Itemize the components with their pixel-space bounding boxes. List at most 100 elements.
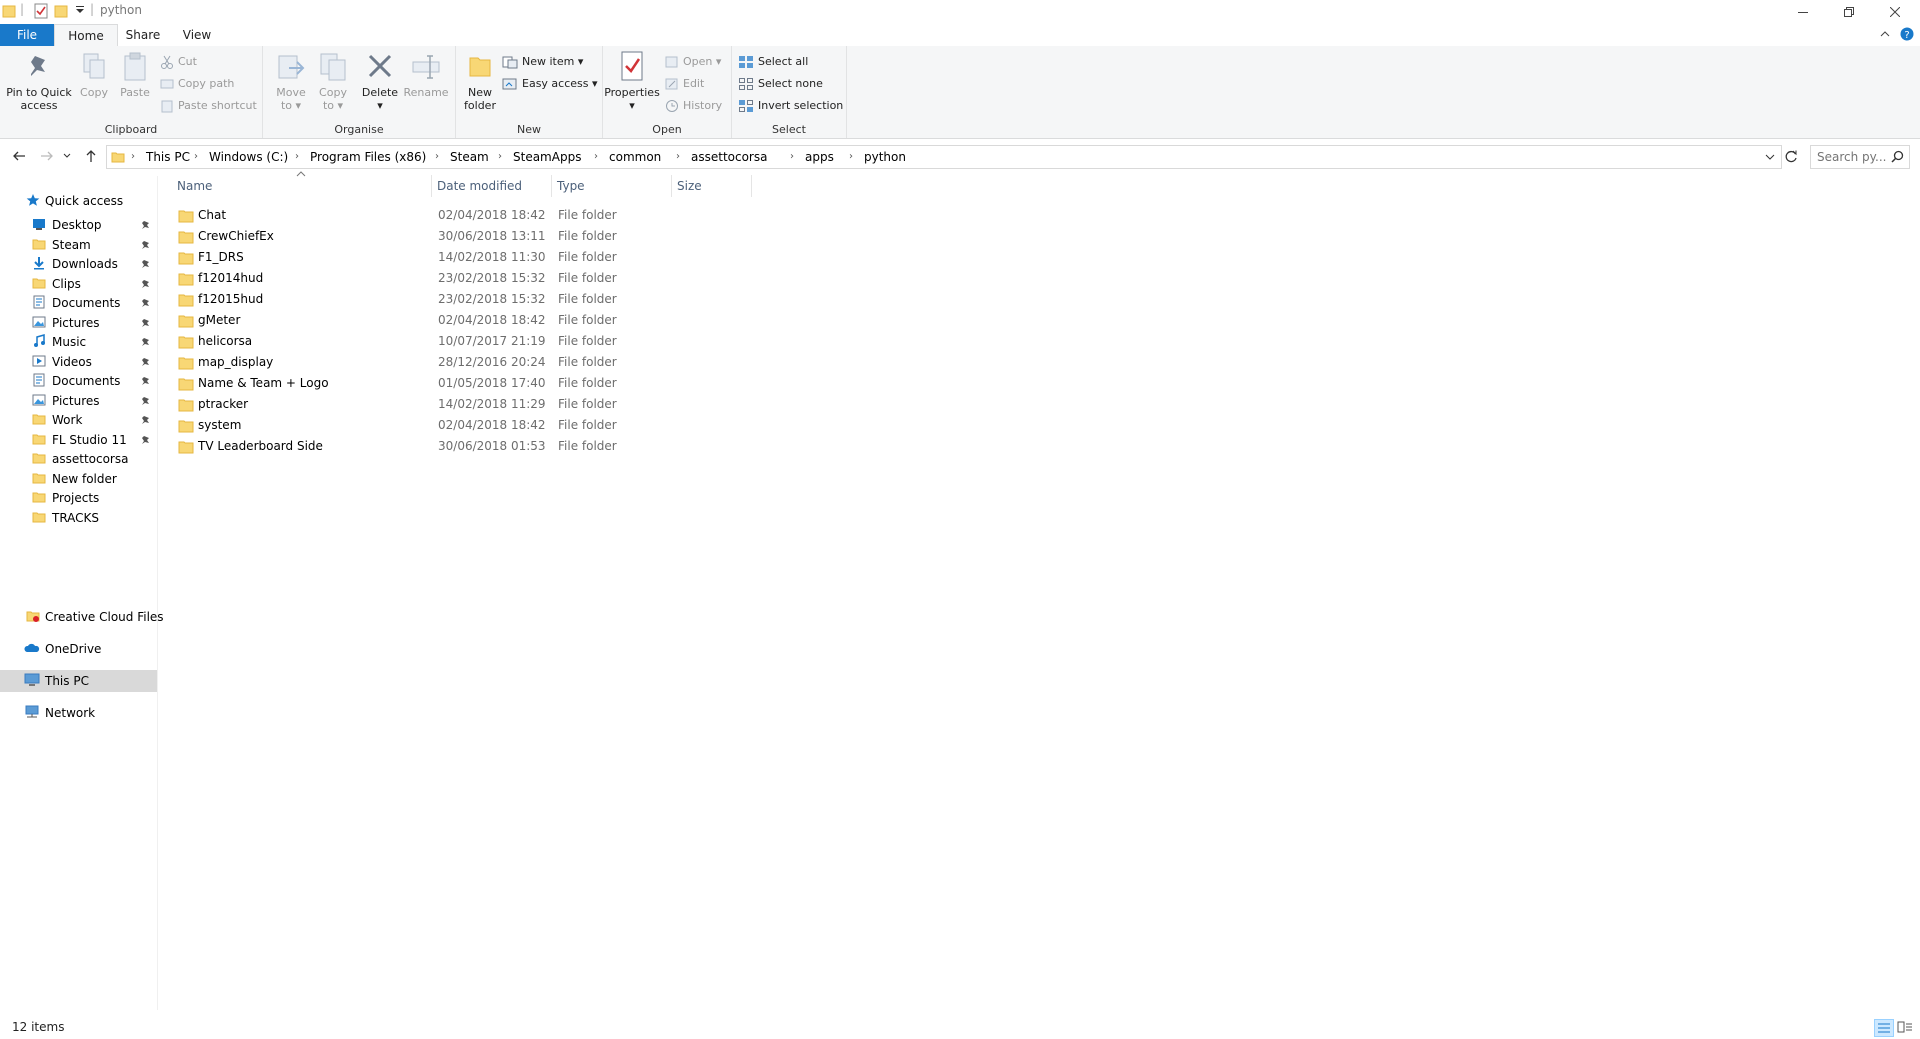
- pin-icon[interactable]: [141, 259, 151, 269]
- restore-button[interactable]: [1826, 0, 1872, 24]
- file-row[interactable]: f12014hud 23/02/2018 15:32 File folder: [172, 268, 752, 289]
- pin-to-quick-access-button[interactable]: Pin to Quick access: [4, 50, 74, 112]
- column-header-type[interactable]: Type: [552, 175, 672, 197]
- file-row[interactable]: map_display 28/12/2016 20:24 File folder: [172, 352, 752, 373]
- large-icons-view-icon[interactable]: [1896, 1019, 1914, 1035]
- forward-button[interactable]: [36, 143, 58, 169]
- tab-share[interactable]: Share: [118, 24, 168, 46]
- new-item-button[interactable]: New item ▾: [502, 52, 583, 72]
- folder-icon: [178, 315, 194, 328]
- breadcrumb-separator[interactable]: ›: [435, 146, 439, 168]
- nav-onedrive[interactable]: OneDrive: [0, 638, 157, 660]
- breadcrumb-steamapps[interactable]: SteamApps: [513, 146, 581, 168]
- file-row[interactable]: f12015hud 23/02/2018 15:32 File folder: [172, 289, 752, 310]
- up-button[interactable]: [80, 143, 102, 169]
- breadcrumb-separator[interactable]: ›: [790, 146, 794, 168]
- copy-button[interactable]: Copy: [76, 50, 112, 99]
- file-row[interactable]: CrewChiefEx 30/06/2018 13:11 File folder: [172, 226, 752, 247]
- search-input[interactable]: [1817, 149, 1887, 164]
- recent-locations-button[interactable]: [60, 143, 74, 169]
- tab-view[interactable]: View: [172, 24, 222, 46]
- breadcrumb-assettocorsa[interactable]: assettocorsa: [691, 146, 767, 168]
- column-header-date[interactable]: Date modified: [432, 175, 552, 197]
- file-type: File folder: [558, 397, 617, 411]
- select-none-button[interactable]: Select none: [738, 74, 823, 94]
- new-folder-button[interactable]: New folder: [458, 50, 502, 112]
- easy-access-button[interactable]: Easy access ▾: [502, 74, 598, 94]
- file-row[interactable]: Name & Team + Logo 01/05/2018 17:40 File f…: [172, 373, 752, 394]
- edit-label: Edit: [683, 77, 705, 90]
- tab-home[interactable]: Home: [54, 24, 118, 48]
- pin-icon[interactable]: [141, 240, 151, 250]
- breadcrumb-apps[interactable]: apps: [805, 146, 834, 168]
- file-date: 23/02/2018 15:32: [438, 292, 546, 306]
- refresh-icon[interactable]: [1784, 149, 1798, 163]
- breadcrumb-this-pc[interactable]: This PC: [146, 146, 190, 168]
- pin-icon[interactable]: [141, 318, 151, 328]
- rename-button[interactable]: Rename: [403, 50, 449, 99]
- file-row[interactable]: helicorsa 10/07/2017 21:19 File folder: [172, 331, 752, 352]
- breadcrumb-separator[interactable]: ›: [594, 146, 598, 168]
- address-bar[interactable]: › This PC › Windows (C:) › Program Files…: [106, 145, 1782, 169]
- column-header-name[interactable]: Name: [172, 175, 432, 197]
- properties-icon[interactable]: [34, 3, 48, 19]
- paste-shortcut-button[interactable]: Paste shortcut: [160, 96, 257, 116]
- breadcrumb-separator[interactable]: ›: [849, 146, 853, 168]
- move-to-button[interactable]: Move to ▾: [271, 50, 311, 112]
- paste-button[interactable]: Paste: [116, 50, 154, 99]
- breadcrumb-program-files[interactable]: Program Files (x86): [310, 146, 426, 168]
- invert-selection-button[interactable]: Invert selection: [738, 96, 843, 116]
- pin-icon[interactable]: [141, 337, 151, 347]
- file-row[interactable]: ptracker 14/02/2018 11:29 File folder: [172, 394, 752, 415]
- delete-button[interactable]: Delete ▾: [359, 50, 401, 112]
- history-button[interactable]: History: [665, 96, 722, 116]
- new-folder-icon[interactable]: [54, 3, 68, 19]
- nav-network[interactable]: Network: [0, 702, 157, 724]
- pin-icon[interactable]: [141, 220, 151, 230]
- file-type: File folder: [558, 355, 617, 369]
- breadcrumb-windows-c[interactable]: Windows (C:): [209, 146, 288, 168]
- breadcrumb-steam[interactable]: Steam: [450, 146, 489, 168]
- address-dropdown-icon[interactable]: [1765, 154, 1775, 160]
- file-date: 02/04/2018 18:42: [438, 418, 546, 432]
- breadcrumb-separator[interactable]: ›: [498, 146, 502, 168]
- open-button[interactable]: Open ▾: [665, 52, 721, 72]
- minimize-button[interactable]: [1780, 0, 1826, 24]
- close-button[interactable]: [1872, 0, 1918, 24]
- breadcrumb-separator[interactable]: ›: [194, 146, 198, 168]
- file-row[interactable]: system 02/04/2018 18:42 File folder: [172, 415, 752, 436]
- pin-icon[interactable]: [141, 376, 151, 386]
- copy-path-button[interactable]: Copy path: [160, 74, 234, 94]
- breadcrumb-python[interactable]: python: [864, 146, 906, 168]
- edit-button[interactable]: Edit: [665, 74, 704, 94]
- nav-quick-access[interactable]: Quick access: [0, 190, 157, 212]
- cut-button[interactable]: Cut: [160, 52, 197, 72]
- column-header-size[interactable]: Size: [672, 175, 752, 197]
- help-icon[interactable]: ?: [1900, 27, 1914, 41]
- file-row[interactable]: gMeter 02/04/2018 18:42 File folder: [172, 310, 752, 331]
- properties-button[interactable]: Properties ▾: [603, 50, 661, 112]
- nav-creative-cloud[interactable]: Creative Cloud Files: [0, 606, 164, 628]
- back-button[interactable]: [8, 143, 30, 169]
- pin-icon[interactable]: [141, 279, 151, 289]
- breadcrumb-common[interactable]: common: [609, 146, 661, 168]
- copy-to-button[interactable]: Copy to ▾: [313, 50, 353, 112]
- customize-toolbar-icon[interactable]: [74, 3, 86, 19]
- pin-icon[interactable]: [141, 415, 151, 425]
- breadcrumb-separator[interactable]: ›: [676, 146, 680, 168]
- breadcrumb-separator[interactable]: ›: [295, 146, 299, 168]
- file-row[interactable]: F1_DRS 14/02/2018 11:30 File folder: [172, 247, 752, 268]
- file-row[interactable]: Chat 02/04/2018 18:42 File folder: [172, 205, 752, 226]
- pin-icon[interactable]: [141, 435, 151, 445]
- nav-this-pc[interactable]: This PC: [0, 670, 157, 692]
- pin-icon[interactable]: [141, 357, 151, 367]
- tab-file[interactable]: File: [0, 24, 54, 46]
- search-box[interactable]: [1810, 145, 1910, 169]
- details-view-icon[interactable]: [1874, 1019, 1894, 1037]
- nav-item-tracks[interactable]: TRACKS: [0, 507, 157, 529]
- pin-icon[interactable]: [141, 396, 151, 406]
- select-all-button[interactable]: Select all: [738, 52, 808, 72]
- pin-icon[interactable]: [141, 298, 151, 308]
- collapse-ribbon-icon[interactable]: [1880, 30, 1890, 38]
- file-row[interactable]: TV Leaderboard Side 30/06/2018 01:53 File …: [172, 436, 752, 457]
